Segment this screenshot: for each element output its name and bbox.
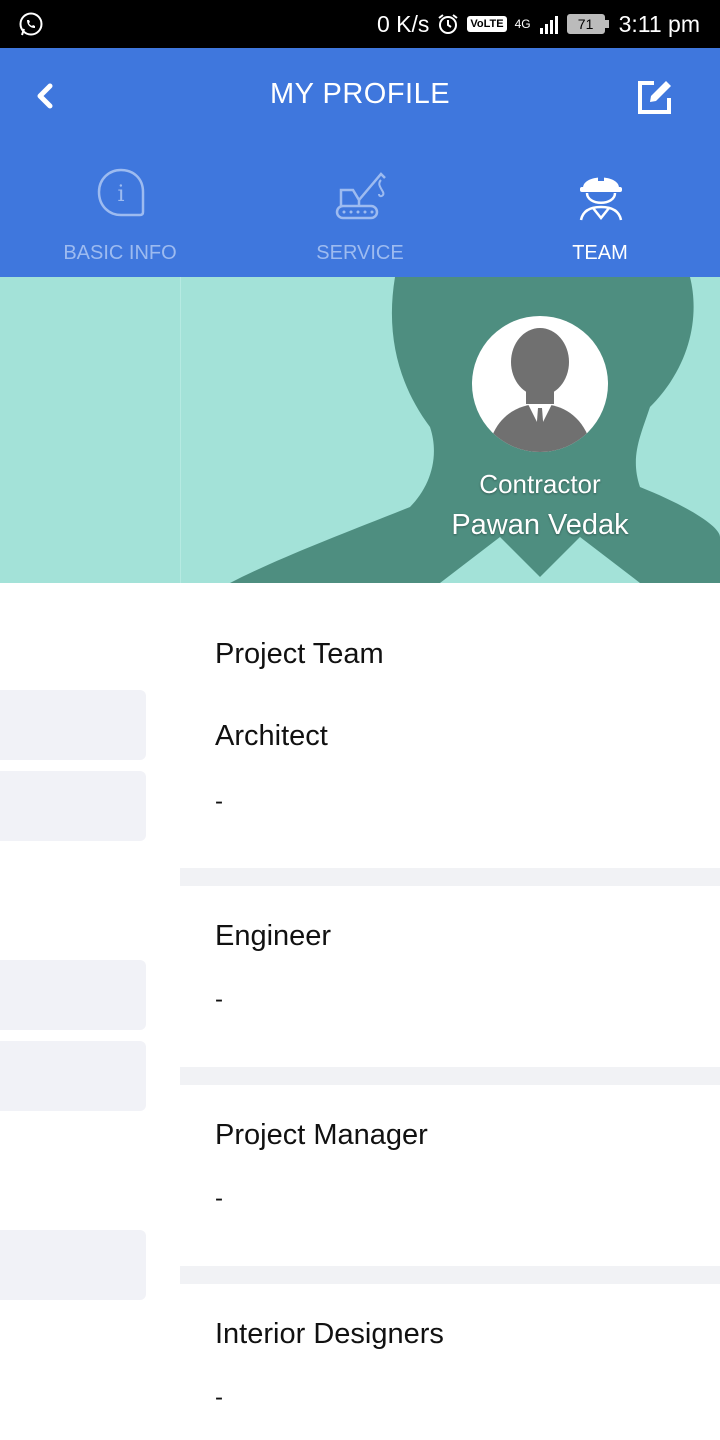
- network-speed: 0 K/s: [376, 10, 430, 37]
- tab-service[interactable]: SERVICE: [240, 160, 480, 275]
- placeholder-block: [0, 1041, 146, 1111]
- page-title: MY PROFILE: [269, 78, 451, 110]
- interior-designers-label: Interior Designers: [215, 1318, 444, 1350]
- svg-text:i: i: [117, 182, 124, 207]
- interior-designers-value: -: [215, 1384, 223, 1411]
- banner-divider: [180, 277, 181, 583]
- alarm-icon: [438, 14, 458, 34]
- excavator-icon: [335, 172, 386, 220]
- section-heading: Project Team: [215, 638, 384, 670]
- avatar[interactable]: [472, 316, 608, 452]
- signal-icon: [539, 16, 558, 34]
- status-bar: 0 K/s VoLTE 4G 71 3:11 pm: [0, 0, 720, 48]
- placeholder-block: [0, 771, 146, 841]
- user-silhouette-icon: [492, 328, 588, 452]
- clock: 3:11 pm: [618, 10, 700, 37]
- architect-value: -: [215, 788, 223, 815]
- tab-label: SERVICE: [316, 242, 404, 264]
- app-header: MY PROFILE i BASIC INFO SERVICE TEAM: [0, 48, 720, 277]
- engineer-label: Engineer: [215, 920, 332, 952]
- placeholder-block: [0, 690, 146, 760]
- info-icon: i: [97, 168, 145, 217]
- battery-icon: 71: [566, 14, 609, 34]
- tab-label: BASIC INFO: [63, 242, 177, 264]
- placeholder-block: [0, 960, 146, 1030]
- edit-icon[interactable]: [636, 78, 674, 116]
- section-divider: [180, 1067, 720, 1085]
- project-manager-value: -: [215, 1185, 223, 1212]
- architect-label: Architect: [215, 720, 328, 752]
- network-type: 4G: [514, 17, 531, 31]
- profile-banner: Contractor Pawan Vedak: [0, 277, 720, 583]
- engineer-value: -: [215, 986, 223, 1013]
- profile-role: Contractor: [479, 469, 601, 499]
- worker-helmet-icon: [579, 171, 623, 221]
- volte-badge: VoLTE: [467, 16, 507, 32]
- profile-name: Pawan Vedak: [451, 509, 629, 541]
- project-manager-label: Project Manager: [215, 1119, 428, 1151]
- placeholder-block: [0, 1230, 146, 1300]
- whatsapp-icon: [19, 12, 43, 36]
- profile-tabs: i BASIC INFO SERVICE TEAM: [0, 160, 720, 275]
- section-divider: [180, 868, 720, 886]
- section-divider: [180, 1266, 720, 1284]
- tab-team[interactable]: TEAM: [480, 160, 720, 275]
- tab-label: TEAM: [572, 242, 628, 264]
- tab-basic-info[interactable]: i BASIC INFO: [0, 160, 240, 275]
